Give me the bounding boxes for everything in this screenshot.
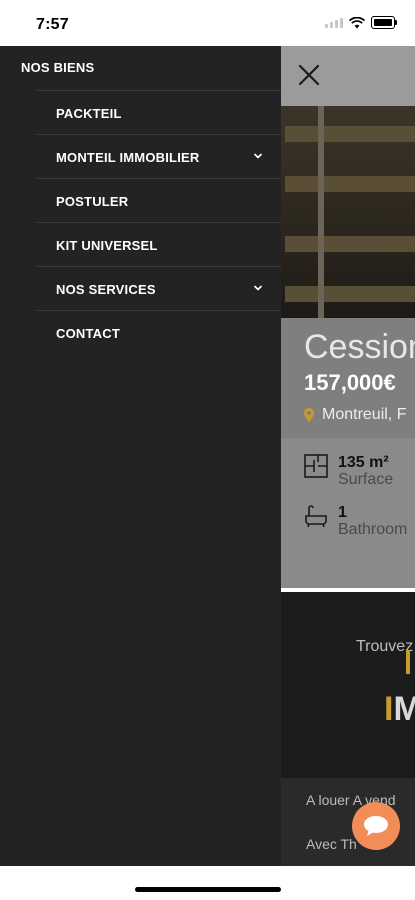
chevron-down-icon[interactable]: [253, 151, 263, 161]
floor-plan-icon: [304, 454, 328, 478]
menu-item-packteil[interactable]: PACKTEIL: [36, 90, 281, 134]
menu-item-kit-universel[interactable]: KIT UNIVERSEL: [36, 222, 281, 266]
promo-title-m: M: [393, 690, 415, 728]
status-time: 7:57: [36, 16, 69, 33]
bathroom-label: Bathroom: [338, 521, 408, 538]
menu-item-label: KIT UNIVERSEL: [56, 238, 158, 253]
location-text: Montreuil, F: [322, 406, 407, 423]
chevron-down-icon[interactable]: [253, 283, 263, 293]
navigation-drawer: NOS BIENS PACKTEIL MONTEIL IMMOBILIER PO…: [0, 46, 281, 866]
promo-text: Avec Th: [306, 836, 357, 852]
status-bar: 7:57: [0, 0, 415, 46]
menu-item-postuler[interactable]: POSTULER: [36, 178, 281, 222]
chat-bubble-icon: [364, 816, 388, 836]
battery-icon: [371, 16, 397, 29]
promo-heading: Trouvez: [356, 638, 414, 655]
listing-title: Cession: [304, 328, 415, 366]
listing-price: 157,000€: [304, 370, 396, 395]
bathtub-icon: [305, 505, 327, 528]
menu-item-contact[interactable]: CONTACT: [36, 310, 281, 354]
wifi-icon: [349, 16, 365, 28]
accent-bar: [406, 650, 410, 674]
bathroom-feature: 1 Bathroom: [304, 504, 407, 538]
menu-item-nos-biens[interactable]: NOS BIENS: [21, 60, 94, 75]
menu-item-label: PACKTEIL: [56, 106, 122, 121]
bathroom-value: 1: [338, 504, 347, 521]
menu-item-nos-services[interactable]: NOS SERVICES: [36, 266, 281, 310]
surface-feature: 135 m² Surface: [304, 454, 393, 488]
listing-location: Montreuil, F: [304, 406, 406, 424]
surface-label: Surface: [338, 471, 394, 488]
menu-item-label: POSTULER: [56, 194, 129, 209]
status-icons: [325, 16, 397, 29]
menu-item-label: NOS SERVICES: [56, 282, 156, 297]
menu-item-label: MONTEIL IMMOBILIER: [56, 150, 200, 165]
surface-value: 135 m²: [338, 454, 389, 471]
location-pin-icon: [304, 408, 314, 422]
promo-title: IM: [384, 690, 415, 729]
chat-button[interactable]: [352, 802, 400, 850]
menu-item-label: CONTACT: [56, 326, 120, 341]
home-indicator-area: [0, 866, 415, 900]
close-icon[interactable]: [296, 62, 322, 88]
menu-item-monteil-immobilier[interactable]: MONTEIL IMMOBILIER: [36, 134, 281, 178]
home-indicator[interactable]: [135, 887, 281, 892]
cellular-signal-icon: [325, 17, 343, 28]
submenu-list: PACKTEIL MONTEIL IMMOBILIER POSTULER KIT…: [36, 90, 281, 354]
